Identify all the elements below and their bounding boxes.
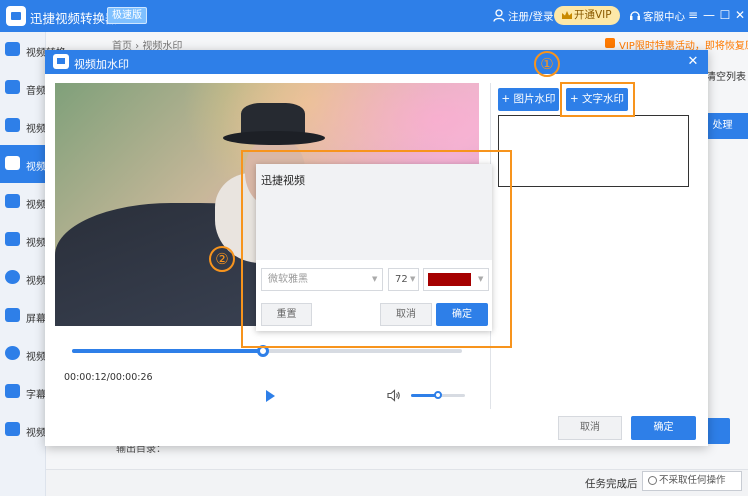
dialog-title: 视频加水印: [74, 58, 129, 71]
watermark-icon: [5, 156, 20, 170]
video-icon: [5, 194, 20, 208]
progress-fill: [72, 349, 264, 353]
task-complete-label: 任务完成后: [585, 478, 638, 490]
dialog-cancel-button[interactable]: 取消: [558, 416, 622, 440]
sidebar-item-video-4[interactable]: 视频: [0, 183, 46, 221]
clear-list-button[interactable]: 清空列表: [706, 68, 746, 83]
sidebar-item-video-10[interactable]: 视频: [0, 411, 46, 449]
sidebar-item-video-convert[interactable]: 视频转换: [0, 31, 66, 69]
headset-icon[interactable]: [629, 9, 641, 22]
customer-service-link[interactable]: 客服中心: [643, 9, 685, 24]
dialog-close-icon[interactable]: ✕: [686, 54, 700, 69]
gift-icon: [605, 38, 615, 48]
dialog-titlebar: [45, 50, 708, 74]
minimize-icon[interactable]: —: [702, 8, 716, 22]
step-1-marker: ①: [534, 51, 560, 77]
highlight-box-step-2: [241, 150, 512, 348]
sidebar-item-video-8[interactable]: 视频: [0, 335, 46, 373]
task-complete-select[interactable]: 不采取任何操作: [642, 471, 742, 491]
video-tool-icon: [5, 422, 20, 436]
sidebar-item-video-6[interactable]: 视频: [0, 259, 46, 297]
highlight-box-step-1: [560, 82, 635, 117]
convert-icon: [5, 42, 20, 56]
sidebar-item-video-watermark[interactable]: 视频: [0, 145, 46, 183]
sidebar-item-video-5[interactable]: 视频: [0, 221, 46, 259]
settings-icon: [5, 346, 20, 360]
close-icon[interactable]: ✕: [733, 8, 747, 22]
subtitle-icon: [5, 384, 20, 398]
audio-icon: [5, 80, 20, 94]
login-link[interactable]: 注册/登录: [508, 9, 554, 24]
camera-icon: [5, 118, 20, 132]
watermark-list[interactable]: [498, 115, 689, 187]
video-frame-hat-brim: [223, 131, 325, 145]
dialog-logo-icon: [53, 54, 69, 69]
volume-thumb[interactable]: [434, 391, 442, 399]
user-icon[interactable]: [493, 9, 505, 22]
play-icon[interactable]: [264, 390, 276, 402]
menu-icon[interactable]: ≡: [686, 8, 700, 22]
sidebar-item-video-2[interactable]: 视频: [0, 107, 46, 145]
speed-edition-badge: 极速版: [107, 7, 147, 24]
dialog-confirm-button[interactable]: 确定: [631, 416, 696, 440]
app-title: 迅捷视频转换器: [30, 11, 118, 26]
maximize-icon[interactable]: ☐: [718, 8, 732, 22]
app-logo-icon: [6, 6, 26, 26]
screen-record-icon: [5, 308, 20, 322]
time-readout: 00:00:12/00:00:26: [64, 372, 153, 383]
volume-icon[interactable]: [387, 389, 401, 402]
sidebar-item-subtitle[interactable]: 字幕: [0, 373, 46, 411]
sidebar-item-audio[interactable]: 音频: [0, 69, 46, 107]
add-image-watermark-button[interactable]: + 图片水印: [498, 88, 559, 111]
crown-icon: [562, 11, 572, 19]
image-icon: [5, 232, 20, 246]
sidebar-item-screen-record[interactable]: 屏幕: [0, 297, 46, 335]
globe-icon: [5, 270, 20, 284]
step-2-marker: ②: [209, 246, 235, 272]
ban-icon: [648, 476, 657, 485]
